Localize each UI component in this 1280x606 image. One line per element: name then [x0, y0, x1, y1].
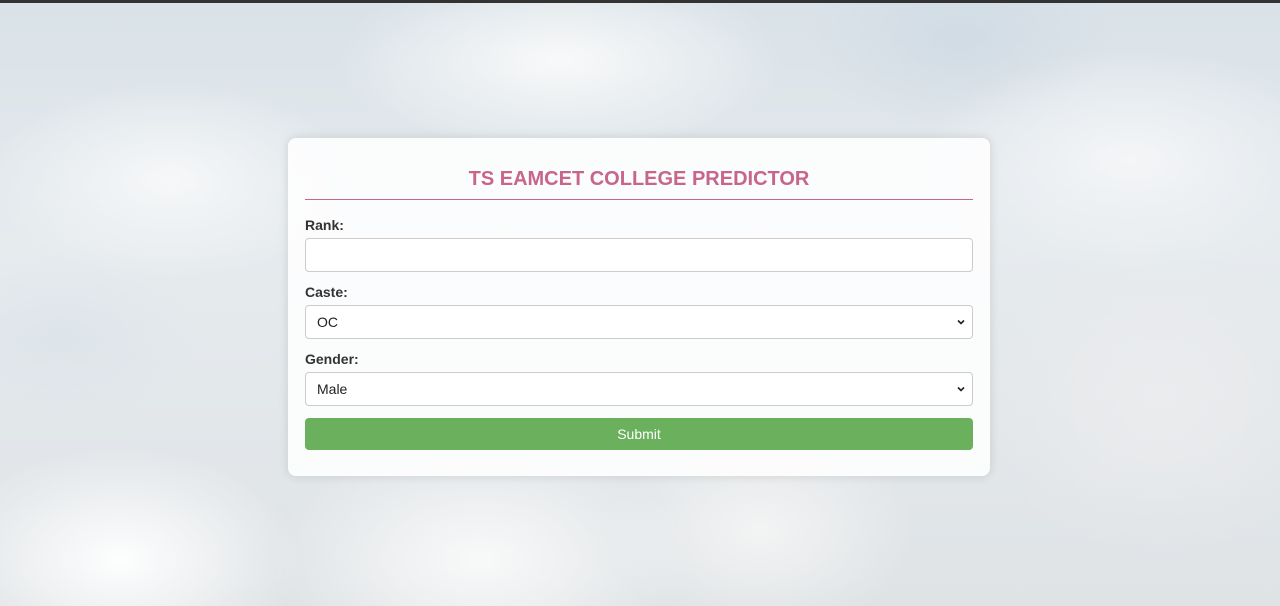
caste-select[interactable]: OC [305, 305, 973, 339]
gender-selected-value: Male [317, 381, 348, 397]
gender-label: Gender: [305, 351, 359, 367]
chevron-down-icon [957, 386, 965, 392]
chevron-down-icon [957, 319, 965, 325]
gender-select[interactable]: Male [305, 372, 973, 406]
rank-label: Rank: [305, 217, 344, 233]
predictor-form-card: TS EAMCET COLLEGE PREDICTOR Rank: Caste:… [288, 138, 990, 476]
caste-label: Caste: [305, 284, 348, 300]
top-bar [0, 0, 1280, 3]
caste-selected-value: OC [317, 314, 338, 330]
form-title: TS EAMCET COLLEGE PREDICTOR [305, 138, 973, 200]
submit-button[interactable]: Submit [305, 418, 973, 450]
rank-input[interactable] [305, 238, 973, 272]
